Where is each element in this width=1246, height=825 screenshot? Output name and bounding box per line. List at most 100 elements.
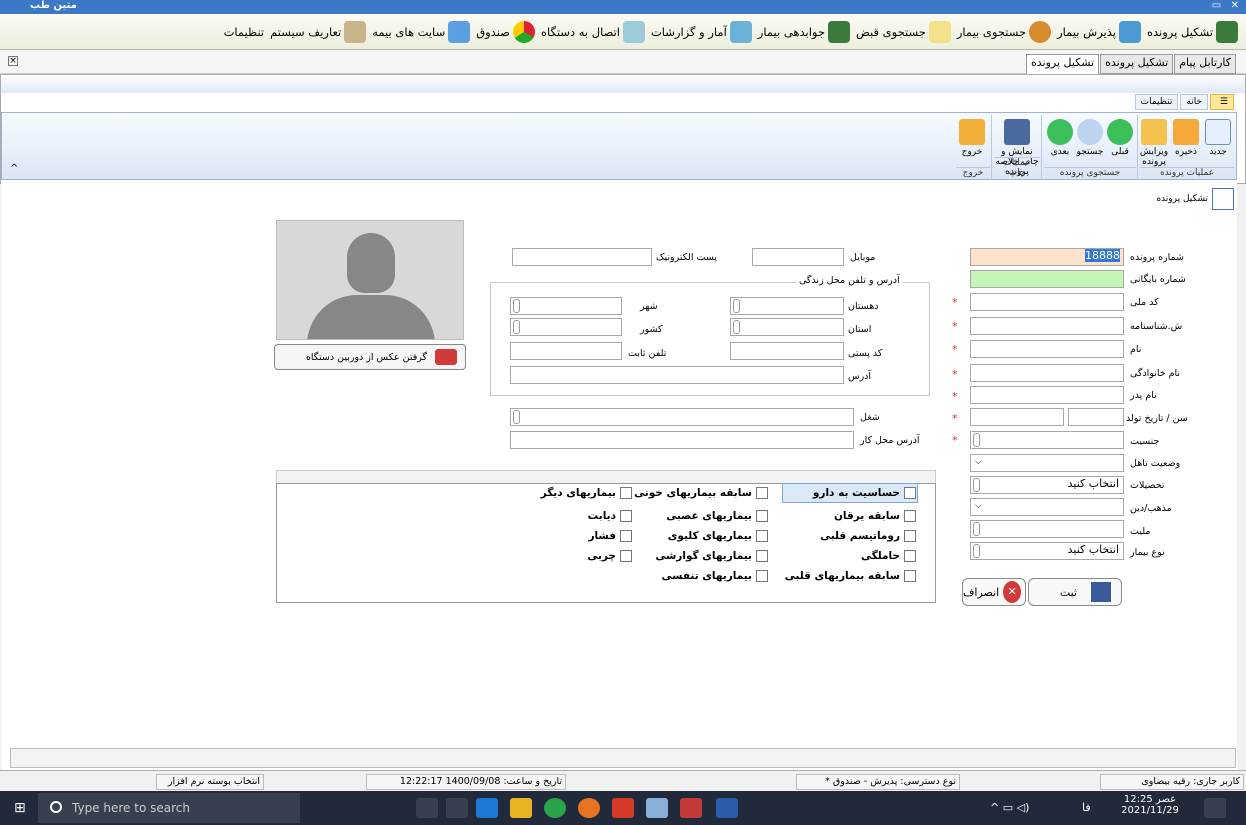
- menu-settings[interactable]: تنظیمات: [224, 25, 265, 39]
- mic-icon[interactable]: [416, 798, 438, 818]
- camera-button[interactable]: گرفتن عکس از دوربین دستگاه: [274, 344, 466, 370]
- save-form-button[interactable]: ثبت: [1028, 578, 1122, 606]
- birthdate-field[interactable]: [970, 408, 1064, 426]
- menu-receipt-search[interactable]: جستجوی قبض: [856, 20, 951, 43]
- email-field[interactable]: [512, 248, 652, 266]
- checkbox-box[interactable]: [620, 550, 632, 562]
- word-icon[interactable]: [716, 798, 738, 818]
- address-field[interactable]: [510, 366, 844, 384]
- checkbox-box[interactable]: [620, 510, 632, 522]
- next-button[interactable]: بعدی: [1044, 119, 1076, 157]
- menu-patient-admit[interactable]: پذیرش بیمار: [1057, 20, 1141, 43]
- checkbox-box[interactable]: [904, 530, 916, 542]
- checkbox-1-0[interactable]: سابقه یرقان: [834, 510, 916, 522]
- checkbox-4-1[interactable]: بیماریهای تنفسی: [662, 570, 768, 582]
- menu-patient-search[interactable]: جستجوی بیمار: [957, 20, 1052, 43]
- search-button[interactable]: جستجو: [1074, 119, 1106, 157]
- nationality-field[interactable]: [970, 520, 1124, 538]
- clock[interactable]: عصر 12:25 2021/11/29: [1120, 794, 1180, 816]
- mobile-field[interactable]: [752, 248, 844, 266]
- checkbox-box[interactable]: [904, 550, 916, 562]
- job-field[interactable]: [510, 408, 854, 426]
- window-controls[interactable]: ▭ ✕: [1212, 0, 1242, 11]
- chrome-icon[interactable]: [544, 798, 566, 818]
- language-indicator[interactable]: فا: [1082, 801, 1091, 814]
- name-field[interactable]: [970, 340, 1124, 358]
- previous-button[interactable]: قبلی: [1104, 119, 1136, 157]
- checkbox-box[interactable]: [756, 487, 768, 499]
- checkbox-box[interactable]: [620, 530, 632, 542]
- national-code-field[interactable]: [970, 293, 1124, 311]
- checkbox-box[interactable]: [756, 510, 768, 522]
- family-field[interactable]: [970, 364, 1124, 382]
- archive-field[interactable]: [970, 270, 1124, 288]
- menu-insurance[interactable]: سایت های بیمه: [372, 20, 471, 43]
- theme-select[interactable]: انتخاب بوسته نرم افزار: [156, 774, 264, 790]
- city-field[interactable]: [510, 297, 622, 315]
- menu-results[interactable]: جوابدهی بیمار: [758, 20, 850, 43]
- ribbon-tab-home[interactable]: خانه: [1180, 94, 1208, 110]
- exit-button[interactable]: خروج: [956, 119, 988, 157]
- father-name-field[interactable]: [970, 386, 1124, 404]
- explorer-icon[interactable]: [510, 798, 532, 818]
- education-select[interactable]: انتخاب کنید: [970, 476, 1124, 494]
- tray-icons[interactable]: ^ ▭ ◁): [990, 801, 1029, 814]
- checkbox-0-1[interactable]: سابقه بیماریهای خونی: [634, 487, 768, 499]
- checkbox-box[interactable]: [904, 570, 916, 582]
- menu-cashbox[interactable]: صندوق: [476, 20, 535, 43]
- cancel-button[interactable]: ✕ انصراف: [962, 578, 1026, 606]
- checkbox-box[interactable]: [904, 487, 916, 499]
- checkbox-1-2[interactable]: دیابت: [588, 510, 632, 522]
- checkbox-2-2[interactable]: فشار: [588, 530, 632, 542]
- checkbox-1-1[interactable]: بیماریهای عصبی: [666, 510, 768, 522]
- checkbox-3-0[interactable]: حاملگی: [861, 550, 916, 562]
- checkbox-4-0[interactable]: سابقه بیماریهای قلبی: [785, 570, 916, 582]
- menu-device[interactable]: اتصال به دستگاه: [541, 20, 645, 43]
- marital-select[interactable]: ⌵: [970, 454, 1124, 472]
- edit-file-button[interactable]: ویرایش پرونده: [1138, 119, 1170, 167]
- ribbon-tab-settings[interactable]: تنظیمات: [1134, 94, 1179, 110]
- checkbox-3-1[interactable]: بیماریهای گوارشی: [655, 550, 768, 562]
- task-view-icon[interactable]: [446, 798, 468, 818]
- id-no-field[interactable]: [970, 317, 1124, 335]
- close-icon[interactable]: ×: [8, 56, 18, 66]
- windows-start-icon[interactable]: ⊞: [14, 800, 26, 816]
- checkbox-0-2[interactable]: بیماریهای دیگر: [541, 487, 632, 499]
- village-field[interactable]: [730, 297, 844, 315]
- religion-select[interactable]: ⌵: [970, 498, 1124, 516]
- age-field[interactable]: [1068, 408, 1124, 426]
- app-icon[interactable]: [646, 798, 668, 818]
- checkbox-box[interactable]: [904, 510, 916, 522]
- checkbox-0-0[interactable]: حساسیت به دارو: [813, 487, 916, 499]
- firefox-icon[interactable]: [578, 798, 600, 818]
- tab-file-create[interactable]: تشکیل پرونده: [1100, 54, 1174, 74]
- save-button[interactable]: ذخیره: [1170, 119, 1202, 157]
- edge-icon[interactable]: [476, 798, 498, 818]
- checkbox-box[interactable]: [756, 530, 768, 542]
- province-field[interactable]: [730, 318, 844, 336]
- ribbon-menu-icon[interactable]: ☰: [1210, 94, 1234, 110]
- taskbar-search[interactable]: Type here to search: [38, 793, 300, 823]
- matin-teb-icon[interactable]: [680, 798, 702, 818]
- country-field[interactable]: [510, 318, 622, 336]
- checkbox-2-0[interactable]: روماتیسم قلبی: [820, 530, 916, 542]
- checkbox-3-2[interactable]: چربی: [587, 550, 632, 562]
- postal-field[interactable]: [730, 342, 844, 360]
- file-no-field[interactable]: 18888: [970, 248, 1124, 266]
- patient-type-select[interactable]: انتخاب کنید: [970, 542, 1124, 560]
- tab-file-create-active[interactable]: تشکیل پرونده: [1025, 54, 1100, 74]
- checkbox-box[interactable]: [620, 487, 632, 499]
- anydesk-icon[interactable]: [612, 798, 634, 818]
- collapse-ribbon-icon[interactable]: ^: [10, 163, 18, 174]
- phone-field[interactable]: [510, 342, 622, 360]
- new-button[interactable]: جدید: [1202, 119, 1234, 157]
- checkbox-box[interactable]: [756, 550, 768, 562]
- tab-message-inbox[interactable]: کارتابل پیام: [1174, 54, 1236, 74]
- gender-select[interactable]: [970, 431, 1124, 449]
- menu-reports[interactable]: آمار و گزارشات: [651, 20, 752, 43]
- checkbox-box[interactable]: [756, 570, 768, 582]
- menu-file-create[interactable]: تشکیل پرونده: [1147, 20, 1238, 43]
- menu-definitions[interactable]: تعاریف سیستم: [270, 20, 367, 43]
- checkbox-2-1[interactable]: بیماریهای کلیوی: [668, 530, 768, 542]
- work-address-field[interactable]: [510, 431, 854, 449]
